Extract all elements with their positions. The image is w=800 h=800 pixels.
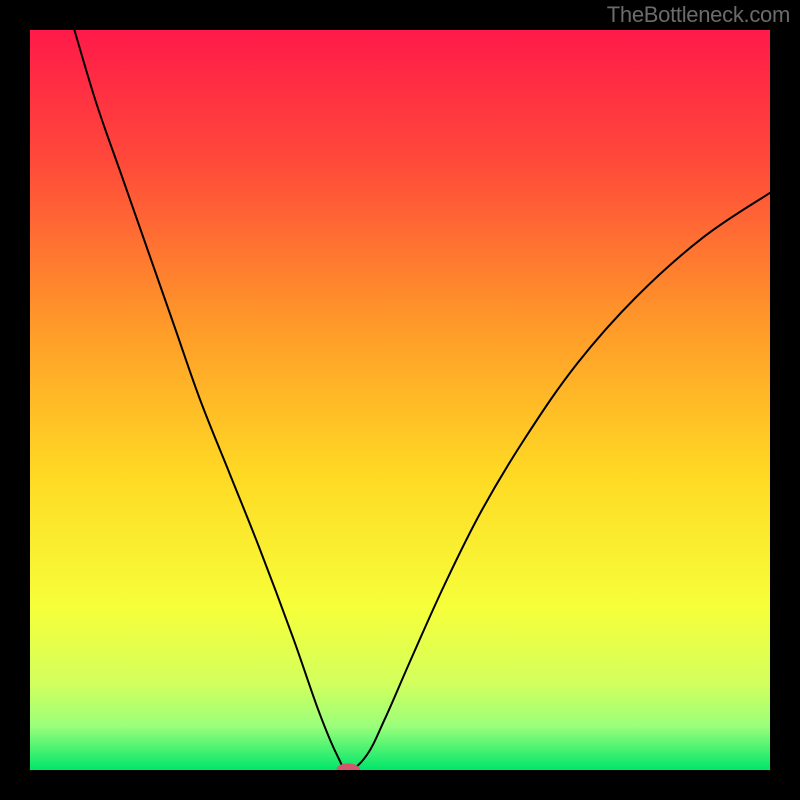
chart-frame: TheBottleneck.com — [0, 0, 800, 800]
watermark-text: TheBottleneck.com — [607, 2, 790, 28]
plot-area — [30, 30, 770, 770]
bottleneck-chart — [30, 30, 770, 770]
